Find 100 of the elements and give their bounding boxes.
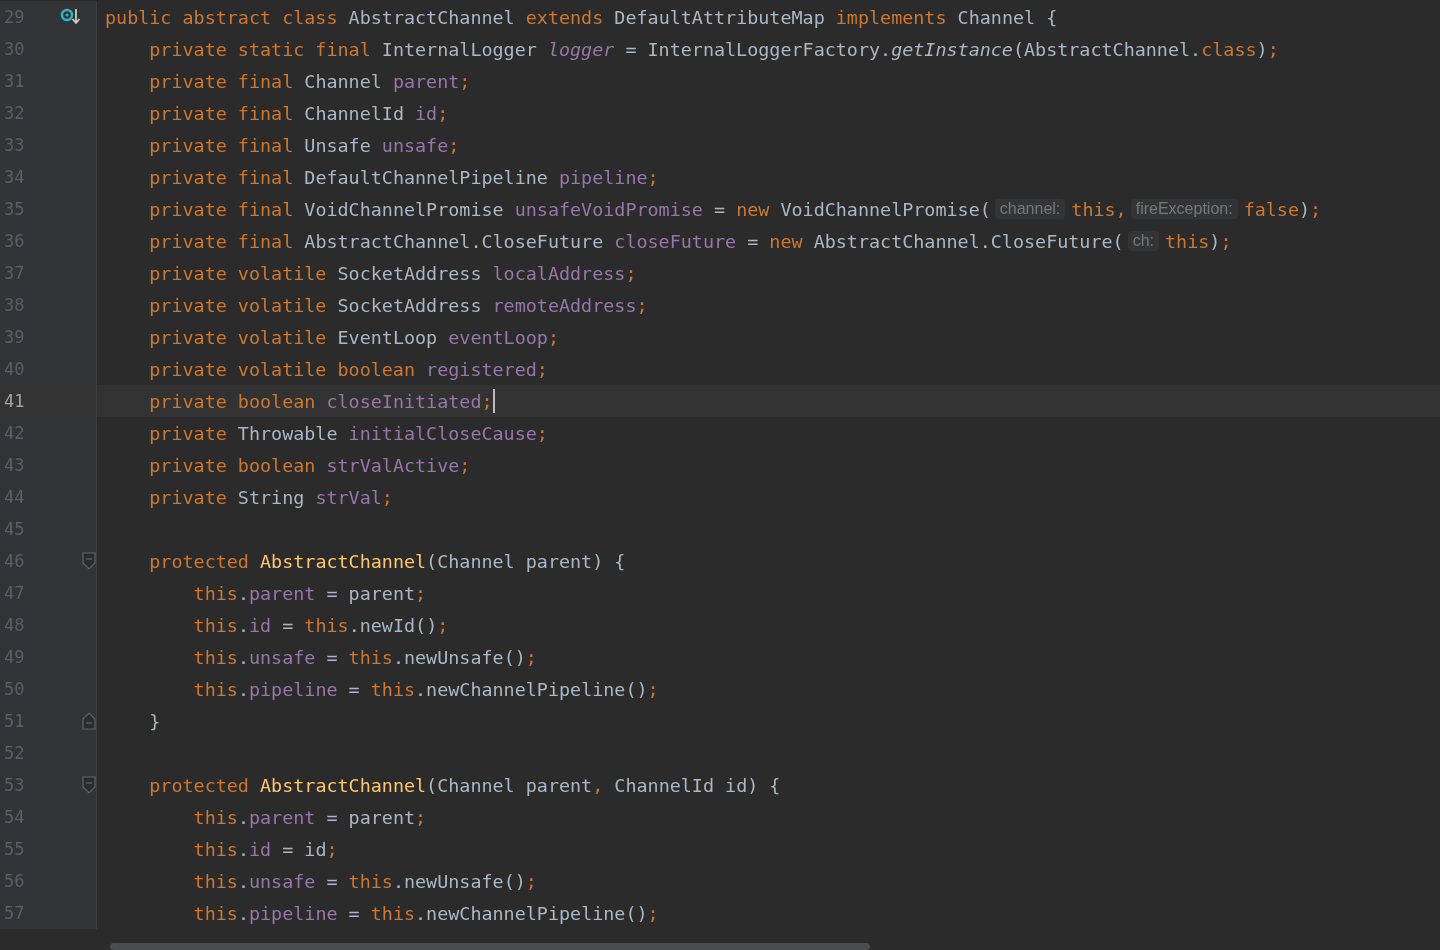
keyword: this (348, 870, 393, 892)
field-name: eventLoop (448, 326, 548, 348)
field-name: parent (392, 70, 460, 92)
code-text: SocketAddress (336, 262, 483, 284)
code-text: EventLoop (336, 326, 439, 348)
keyword: new (769, 230, 803, 252)
keyword: this (370, 902, 416, 924)
keyword: ; (448, 134, 460, 156)
parameter-hint: ch: (1127, 231, 1159, 251)
code-text: = (325, 646, 339, 668)
keyword: this (192, 646, 238, 668)
keyword: private final (148, 230, 294, 252)
field-name: parent (248, 806, 316, 828)
keyword: ; (459, 454, 471, 476)
keyword: private (148, 486, 227, 508)
code-text: . (237, 646, 249, 668)
code-text: InternalLogger (380, 38, 538, 60)
code-text: . (237, 870, 249, 892)
code-text: Throwable (236, 422, 339, 444)
method-call: getInstance (891, 38, 1013, 60)
code-text: . (237, 902, 249, 924)
keyword: private boolean (148, 390, 317, 412)
keyword: this (192, 870, 238, 892)
code-text: . (237, 582, 249, 604)
field-name: remoteAddress (492, 294, 637, 316)
keyword: ; (381, 486, 393, 508)
keyword: ; (1220, 230, 1232, 252)
field-name: closeInitiated (326, 390, 482, 412)
code-text: ) (1256, 38, 1268, 60)
keyword: this, (1071, 198, 1127, 220)
keyword: ; (437, 614, 449, 636)
field-name: initialCloseCause (348, 422, 537, 444)
keyword: false (1243, 198, 1299, 220)
implemented-marker-icon[interactable] (60, 7, 81, 27)
field-name: unsafeVoidPromise (514, 198, 703, 220)
keyword: ; (481, 390, 493, 412)
code-text: .newChannelPipeline() (415, 902, 648, 924)
keyword: new (736, 198, 770, 220)
code-text: = id (281, 838, 327, 860)
field-name: registered (426, 358, 537, 380)
keyword: ; (536, 358, 548, 380)
fold-icon[interactable] (82, 552, 96, 570)
code-text: . (237, 806, 249, 828)
fold-icon[interactable] (82, 712, 96, 730)
constructor-name: AbstractChannel (260, 550, 427, 572)
code-text: DefaultAttributeMap (613, 6, 826, 28)
keyword: ; (536, 422, 548, 444)
parameter-hint: fireException: (1130, 199, 1238, 219)
keyword: this (192, 806, 238, 828)
code-text: ChannelId (303, 102, 405, 124)
field-name: pipeline (248, 678, 338, 700)
keyword: ; (625, 262, 637, 284)
keyword: ; (647, 678, 659, 700)
code-text: DefaultChannelPipeline (303, 166, 549, 188)
keyword: private final (148, 70, 294, 92)
text-caret (492, 389, 495, 413)
horizontal-scrollbar[interactable] (110, 943, 870, 950)
keyword: ; (647, 902, 659, 924)
code-text: = parent (325, 582, 416, 604)
field-name: id (248, 838, 272, 860)
code-text: (Channel parent (426, 774, 593, 796)
keyword: private static final (148, 38, 371, 60)
code-text: .newUnsafe() (392, 870, 526, 892)
keyword: private boolean (148, 454, 317, 476)
code-text: Channel { (956, 6, 1058, 28)
code-text: VoidChannelPromise( (779, 198, 991, 220)
keyword: private final (148, 166, 294, 188)
code-text: AbstractChannel (347, 6, 516, 28)
keyword: private final (148, 134, 294, 156)
code-text: = (325, 870, 339, 892)
keyword: private volatile (148, 262, 327, 284)
field-name: unsafe (248, 870, 316, 892)
code-text: String (236, 486, 306, 508)
code-text: . (237, 678, 249, 700)
field-name: unsafe (248, 646, 316, 668)
keyword: ; (1267, 38, 1279, 60)
code-text: . (237, 614, 249, 636)
code-text: = (746, 230, 760, 252)
code-text: ) (1209, 230, 1221, 252)
code-text: = (347, 902, 361, 924)
keyword: public abstract class (105, 6, 338, 28)
keyword: ; (459, 70, 471, 92)
static-field-name: logger (547, 38, 615, 60)
keyword: ; (415, 806, 427, 828)
line-number: 41 (3, 391, 26, 411)
keyword: class (1201, 38, 1257, 60)
keyword: this (192, 678, 238, 700)
field-name: parent (248, 582, 316, 604)
field-name: closeFuture (614, 230, 737, 252)
keyword: ; (525, 646, 537, 668)
code-text: .newChannelPipeline() (415, 678, 648, 700)
keyword: this (192, 582, 238, 604)
fold-icon[interactable] (82, 776, 96, 794)
field-name: pipeline (558, 166, 648, 188)
field-name: id (248, 614, 272, 636)
keyword: this (348, 646, 393, 668)
field-name: pipeline (248, 902, 338, 924)
field-name: strValActive (326, 454, 460, 476)
code-text: Unsafe (303, 134, 372, 156)
keyword: private final (148, 198, 294, 220)
